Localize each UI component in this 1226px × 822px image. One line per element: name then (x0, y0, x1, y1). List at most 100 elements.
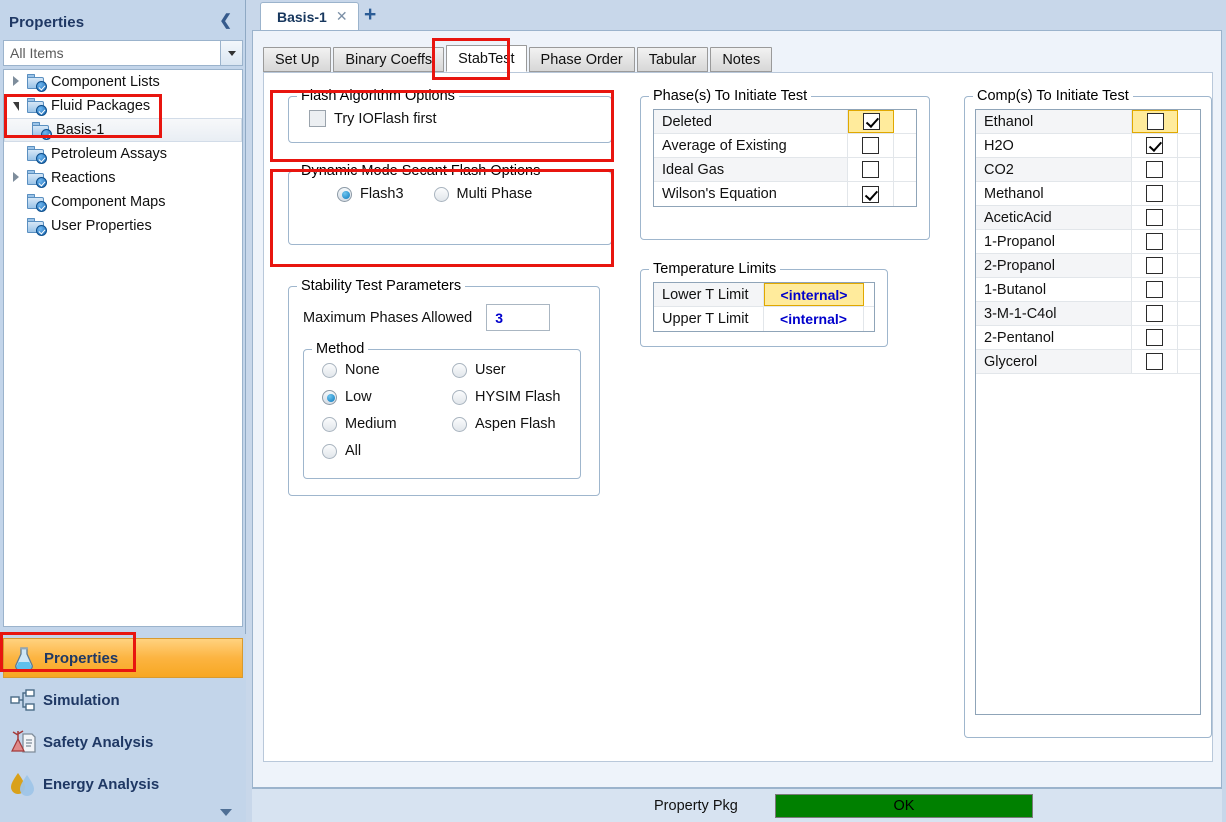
methanol-checkbox[interactable] (1146, 185, 1163, 202)
max-phases-allowed-input[interactable]: 3 (486, 304, 551, 331)
glycerol-checkbox[interactable] (1146, 353, 1163, 370)
method-option-aspen-flash[interactable]: Aspen Flash (452, 416, 572, 432)
method-option-none[interactable]: None (322, 362, 452, 378)
all-radio[interactable] (322, 443, 337, 459)
table-row[interactable]: 3-M-1-C4ol (976, 302, 1200, 326)
1-propanol-checkbox[interactable] (1146, 233, 1163, 250)
tab-set-up[interactable]: Set Up (263, 47, 332, 72)
table-row[interactable]: AceticAcid (976, 206, 1200, 230)
flowsheet-icon (3, 688, 43, 712)
method-option-all[interactable]: All (322, 443, 452, 459)
nav-item-safety-analysis[interactable]: Safety Analysis (3, 722, 243, 762)
2-propanol-checkbox[interactable] (1146, 257, 1163, 274)
wilsons-equation-checkbox[interactable] (862, 185, 879, 203)
3-m-1-c4ol-checkbox[interactable] (1146, 305, 1163, 322)
multi-phase-radio[interactable] (433, 186, 449, 202)
tree-item-basis-1[interactable]: Basis-1 (4, 118, 242, 142)
chevron-down-icon[interactable] (6, 101, 26, 112)
table-row[interactable]: CO2 (976, 158, 1200, 182)
table-row[interactable]: Average of Existing (654, 134, 916, 158)
plus-icon[interactable]: + (364, 4, 376, 26)
tree-item-user-properties[interactable]: User Properties (4, 214, 242, 238)
low-radio[interactable] (322, 389, 337, 405)
phase-checkbox-cell[interactable] (848, 182, 894, 206)
nav-scroll-down-icon[interactable] (220, 809, 232, 816)
phase-checkbox-cell[interactable] (848, 158, 894, 181)
table-row[interactable]: 2-Propanol (976, 254, 1200, 278)
method-option-user[interactable]: User (452, 362, 572, 378)
table-row[interactable]: 2-Pentanol (976, 326, 1200, 350)
ok-status-button[interactable]: OK (775, 793, 1033, 818)
method-option-medium[interactable]: Medium (322, 416, 452, 432)
user-radio[interactable] (452, 362, 467, 378)
tree-item-reactions[interactable]: Reactions (4, 166, 242, 190)
1-butanol-checkbox[interactable] (1146, 281, 1163, 298)
comp-checkbox-cell[interactable] (1132, 206, 1178, 229)
all-items-filter[interactable]: All Items (3, 40, 243, 66)
chevron-right-icon[interactable] (6, 76, 26, 88)
tree-item-fluid-packages[interactable]: Fluid Packages (4, 94, 242, 118)
2-pentanol-checkbox[interactable] (1146, 329, 1163, 346)
tab-phase-order[interactable]: Phase Order (528, 47, 635, 72)
table-row[interactable]: Upper T Limit <internal> (654, 307, 874, 331)
table-row[interactable]: Glycerol (976, 350, 1200, 374)
method-option-low[interactable]: Low (322, 389, 452, 405)
none-radio[interactable] (322, 362, 337, 378)
table-row[interactable]: Deleted (654, 110, 916, 134)
table-row[interactable]: Wilson's Equation (654, 182, 916, 206)
close-icon[interactable]: ✕ (336, 8, 348, 25)
comp-checkbox-cell[interactable] (1132, 230, 1178, 253)
co2-checkbox[interactable] (1146, 161, 1163, 178)
ideal-gas-checkbox[interactable] (862, 161, 879, 178)
comp-checkbox-cell[interactable] (1132, 326, 1178, 349)
tree-item-component-lists[interactable]: Component Lists (4, 70, 242, 94)
deleted-checkbox[interactable] (862, 113, 880, 130)
table-row[interactable]: Methanol (976, 182, 1200, 206)
table-row[interactable]: Ideal Gas (654, 158, 916, 182)
comp-checkbox-cell[interactable] (1132, 158, 1178, 181)
upper-t-limit-value[interactable]: <internal> (764, 307, 864, 331)
document-tab-basis-1[interactable]: Basis-1 ✕ (260, 2, 359, 30)
table-row[interactable]: Ethanol (976, 110, 1200, 134)
aspen-flash-radio[interactable] (452, 416, 467, 432)
phase-checkbox-cell[interactable] (848, 110, 894, 133)
comp-checkbox-cell[interactable] (1132, 278, 1178, 301)
dynamic-mode-option-multi-phase[interactable]: Multi Phase (433, 186, 532, 202)
nav-item-properties[interactable]: Properties (3, 638, 243, 678)
lower-t-limit-value[interactable]: <internal> (764, 283, 864, 306)
comp-checkbox-cell[interactable] (1132, 302, 1178, 325)
medium-radio[interactable] (322, 416, 337, 432)
flash3-radio[interactable] (337, 186, 352, 202)
comp-checkbox-cell[interactable] (1132, 110, 1178, 133)
table-row[interactable]: 1-Butanol (976, 278, 1200, 302)
nav-item-label: Safety Analysis (43, 733, 154, 751)
tab-binary-coeffs[interactable]: Binary Coeffs (333, 47, 445, 72)
nav-item-energy-analysis[interactable]: Energy Analysis (3, 764, 243, 804)
table-row[interactable]: Lower T Limit <internal> (654, 283, 874, 307)
tab-stabtest[interactable]: StabTest (446, 45, 527, 72)
collapse-panel-icon[interactable]: ❮ (219, 12, 232, 30)
ethanol-checkbox[interactable] (1146, 113, 1164, 130)
average-of-existing-checkbox[interactable] (862, 137, 879, 154)
tree-item-petroleum-assays[interactable]: Petroleum Assays (4, 142, 242, 166)
aceticacid-checkbox[interactable] (1146, 209, 1163, 226)
h2o-checkbox[interactable] (1146, 137, 1163, 154)
table-row[interactable]: 1-Propanol (976, 230, 1200, 254)
comp-checkbox-cell[interactable] (1132, 350, 1178, 373)
comp-checkbox-cell[interactable] (1132, 134, 1178, 157)
comp-checkbox-cell[interactable] (1132, 182, 1178, 205)
comp-checkbox-cell[interactable] (1132, 254, 1178, 277)
tree-item-component-maps[interactable]: Component Maps (4, 190, 242, 214)
phase-checkbox-cell[interactable] (848, 134, 894, 157)
try-ioflash-first-checkbox[interactable] (309, 110, 326, 127)
method-option-hysim-flash[interactable]: HYSIM Flash (452, 389, 572, 405)
dynamic-mode-option-flash3[interactable]: Flash3 (337, 186, 404, 202)
table-row[interactable]: H2O (976, 134, 1200, 158)
folder-check-icon (31, 121, 52, 140)
tab-tabular[interactable]: Tabular (636, 47, 709, 72)
chevron-down-icon[interactable] (220, 41, 242, 65)
tab-notes[interactable]: Notes (710, 47, 773, 72)
nav-item-simulation[interactable]: Simulation (3, 680, 243, 720)
chevron-right-icon[interactable] (6, 172, 26, 184)
hysim-flash-radio[interactable] (452, 389, 467, 405)
